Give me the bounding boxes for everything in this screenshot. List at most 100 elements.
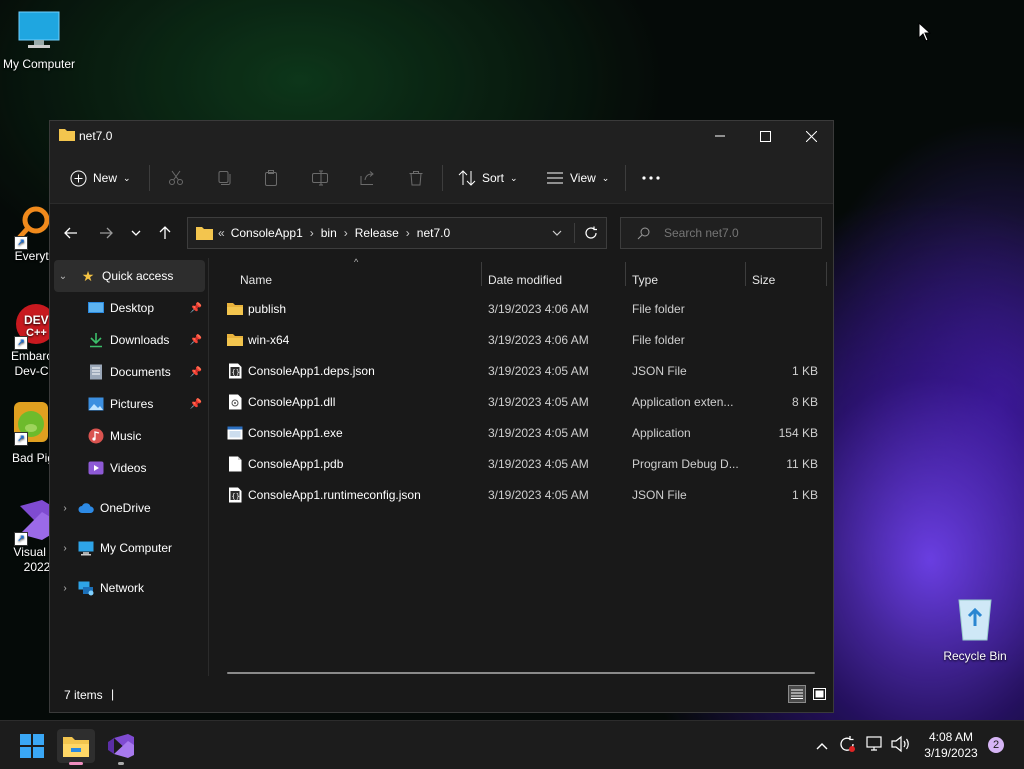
- chevron-down-icon[interactable]: ⌄: [56, 271, 70, 282]
- file-row[interactable]: {} ConsoleApp1.deps.json 3/19/2023 4:05 AM…: [225, 356, 823, 387]
- tiles-view-icon: [812, 688, 826, 700]
- file-row[interactable]: win-x64 3/19/2023 4:06 AM File folder: [225, 325, 823, 356]
- dll-file-icon: [227, 394, 243, 410]
- new-button[interactable]: New ⌄: [70, 164, 131, 192]
- title-bar[interactable]: net7.0: [50, 121, 833, 151]
- chevron-right-icon[interactable]: ›: [310, 226, 314, 240]
- navigation-bar: « ConsoleApp1 › bin › Release › net7.0: [50, 204, 833, 259]
- column-divider[interactable]: [625, 262, 626, 286]
- column-header-type[interactable]: Type: [632, 268, 744, 292]
- column-divider[interactable]: [481, 262, 482, 286]
- chevron-right-icon[interactable]: ›: [58, 583, 72, 594]
- video-icon: [88, 461, 104, 475]
- file-type: Application exten...: [632, 395, 734, 409]
- file-row[interactable]: ConsoleApp1.dll 3/19/2023 4:05 AM Applicat…: [225, 387, 823, 418]
- network-icon: [78, 581, 94, 596]
- sidebar-item-desktop[interactable]: Desktop 📌: [50, 292, 208, 324]
- desktop-icon-recycle-bin[interactable]: Recycle Bin: [937, 596, 1013, 664]
- view-button[interactable]: View ⌄: [546, 164, 609, 192]
- breadcrumb-net70[interactable]: net7.0: [417, 226, 450, 240]
- delete-button[interactable]: [408, 164, 424, 192]
- column-divider[interactable]: [745, 262, 746, 286]
- sidebar-item-music[interactable]: Music: [50, 420, 208, 452]
- chevron-down-icon: ⌄: [123, 172, 131, 183]
- up-button[interactable]: [154, 222, 176, 244]
- sidebar-item-videos[interactable]: Videos: [50, 452, 208, 484]
- desktop-icon: [88, 302, 104, 313]
- status-separator: |: [111, 687, 115, 701]
- file-row[interactable]: {} ConsoleApp1.runtimeconfig.json 3/19/202…: [225, 480, 823, 511]
- taskbar: 4:08 AM 3/19/2023 2: [0, 720, 1024, 769]
- close-button[interactable]: [788, 121, 834, 151]
- taskbar-file-explorer[interactable]: [57, 729, 95, 765]
- sidebar-item-label: Desktop: [110, 301, 155, 315]
- maximize-button[interactable]: [742, 121, 788, 151]
- sidebar-item-quick-access[interactable]: ⌄ ★ Quick access: [54, 260, 205, 292]
- refresh-icon[interactable]: [584, 226, 598, 240]
- sidebar-item-onedrive[interactable]: › OneDrive: [50, 492, 208, 524]
- breadcrumb-bin[interactable]: bin: [321, 226, 337, 240]
- breadcrumb-overflow[interactable]: «: [218, 226, 225, 240]
- sidebar-item-downloads[interactable]: Downloads 📌: [50, 324, 208, 356]
- forward-button[interactable]: [95, 222, 117, 244]
- maximize-icon: [759, 130, 771, 142]
- back-button[interactable]: [60, 222, 82, 244]
- file-type: Application: [632, 426, 691, 440]
- file-size: 154 KB: [778, 426, 818, 440]
- sidebar-item-documents[interactable]: Documents 📌: [50, 356, 208, 388]
- file-row[interactable]: ConsoleApp1.exe 3/19/2023 4:05 AM Applicat…: [225, 418, 823, 449]
- sidebar-item-network[interactable]: › Network: [50, 572, 208, 604]
- folder-icon: [196, 227, 213, 240]
- taskbar-visual-studio[interactable]: [102, 729, 140, 765]
- minimize-button[interactable]: [697, 121, 743, 151]
- address-dropdown-icon[interactable]: [552, 230, 562, 236]
- see-more-button[interactable]: [642, 164, 660, 192]
- show-hidden-icons-button[interactable]: [816, 737, 828, 753]
- breadcrumb-consoleapp1[interactable]: ConsoleApp1: [231, 226, 303, 240]
- share-button[interactable]: [360, 164, 376, 192]
- search-input[interactable]: [662, 225, 816, 241]
- share-icon: [360, 171, 374, 185]
- sidebar-item-my-computer[interactable]: › My Computer: [50, 532, 208, 564]
- file-row[interactable]: publish 3/19/2023 4:06 AM File folder: [225, 294, 823, 325]
- arrow-right-icon: [100, 227, 113, 239]
- sidebar-item-pictures[interactable]: Pictures 📌: [50, 388, 208, 420]
- new-label: New: [93, 171, 118, 185]
- network-tray-icon[interactable]: [866, 735, 884, 756]
- notification-badge[interactable]: 2: [988, 737, 1004, 753]
- sidebar-item-label: Videos: [110, 461, 147, 475]
- address-bar[interactable]: « ConsoleApp1 › bin › Release › net7.0: [187, 217, 607, 249]
- update-tray-icon[interactable]: [838, 735, 856, 756]
- file-row[interactable]: ConsoleApp1.pdb 3/19/2023 4:05 AM Program …: [225, 449, 823, 480]
- copy-button[interactable]: [216, 164, 232, 192]
- cut-button[interactable]: [168, 164, 184, 192]
- chevron-right-icon[interactable]: ›: [58, 503, 72, 514]
- tiles-view-button[interactable]: [810, 685, 828, 703]
- start-button[interactable]: [13, 729, 51, 763]
- file-size: 1 KB: [791, 488, 818, 502]
- clipboard-icon: [265, 170, 277, 186]
- rename-button[interactable]: [312, 164, 328, 192]
- details-view-button[interactable]: [788, 685, 806, 703]
- chevron-right-icon[interactable]: ›: [344, 226, 348, 240]
- chevron-down-icon: [131, 230, 141, 236]
- desktop-icon-my-computer[interactable]: My Computer: [1, 10, 77, 72]
- search-box[interactable]: [620, 217, 822, 249]
- copy-icon: [218, 171, 231, 185]
- chevron-right-icon[interactable]: ›: [406, 226, 410, 240]
- column-divider[interactable]: [826, 262, 827, 286]
- column-header-date[interactable]: Date modified: [488, 268, 623, 292]
- recent-locations-button[interactable]: [125, 222, 147, 244]
- sort-button[interactable]: Sort ⌄: [458, 164, 518, 192]
- notification-count: 2: [992, 739, 1000, 751]
- chevron-right-icon[interactable]: ›: [58, 543, 72, 554]
- clock[interactable]: 4:08 AM 3/19/2023: [918, 729, 984, 761]
- horizontal-scrollbar[interactable]: [227, 672, 815, 674]
- column-header-size[interactable]: Size: [752, 268, 822, 292]
- picture-icon: [88, 397, 104, 411]
- volume-tray-icon[interactable]: [891, 735, 911, 756]
- column-header-name[interactable]: Name: [240, 268, 480, 292]
- file-type: Program Debug D...: [632, 457, 739, 471]
- breadcrumb-release[interactable]: Release: [355, 226, 399, 240]
- paste-button[interactable]: [263, 164, 279, 192]
